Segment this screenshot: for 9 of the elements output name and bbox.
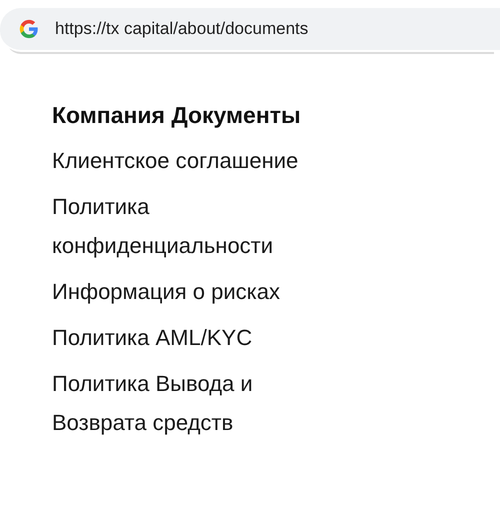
google-icon	[19, 19, 39, 39]
section-heading: Компания Документы	[52, 102, 301, 129]
document-link[interactable]: Информация о рисках	[52, 272, 280, 311]
document-link[interactable]: Политика Вывода и Возврата средств	[52, 364, 352, 442]
url-text: https://tx capital/about/documents	[55, 19, 308, 39]
document-link[interactable]: Клиентское соглашение	[52, 141, 298, 180]
address-bar[interactable]: https://tx capital/about/documents	[0, 8, 500, 52]
document-link[interactable]: Политика конфиденциальности	[52, 187, 352, 265]
document-link[interactable]: Политика AML/KYC	[52, 318, 252, 357]
